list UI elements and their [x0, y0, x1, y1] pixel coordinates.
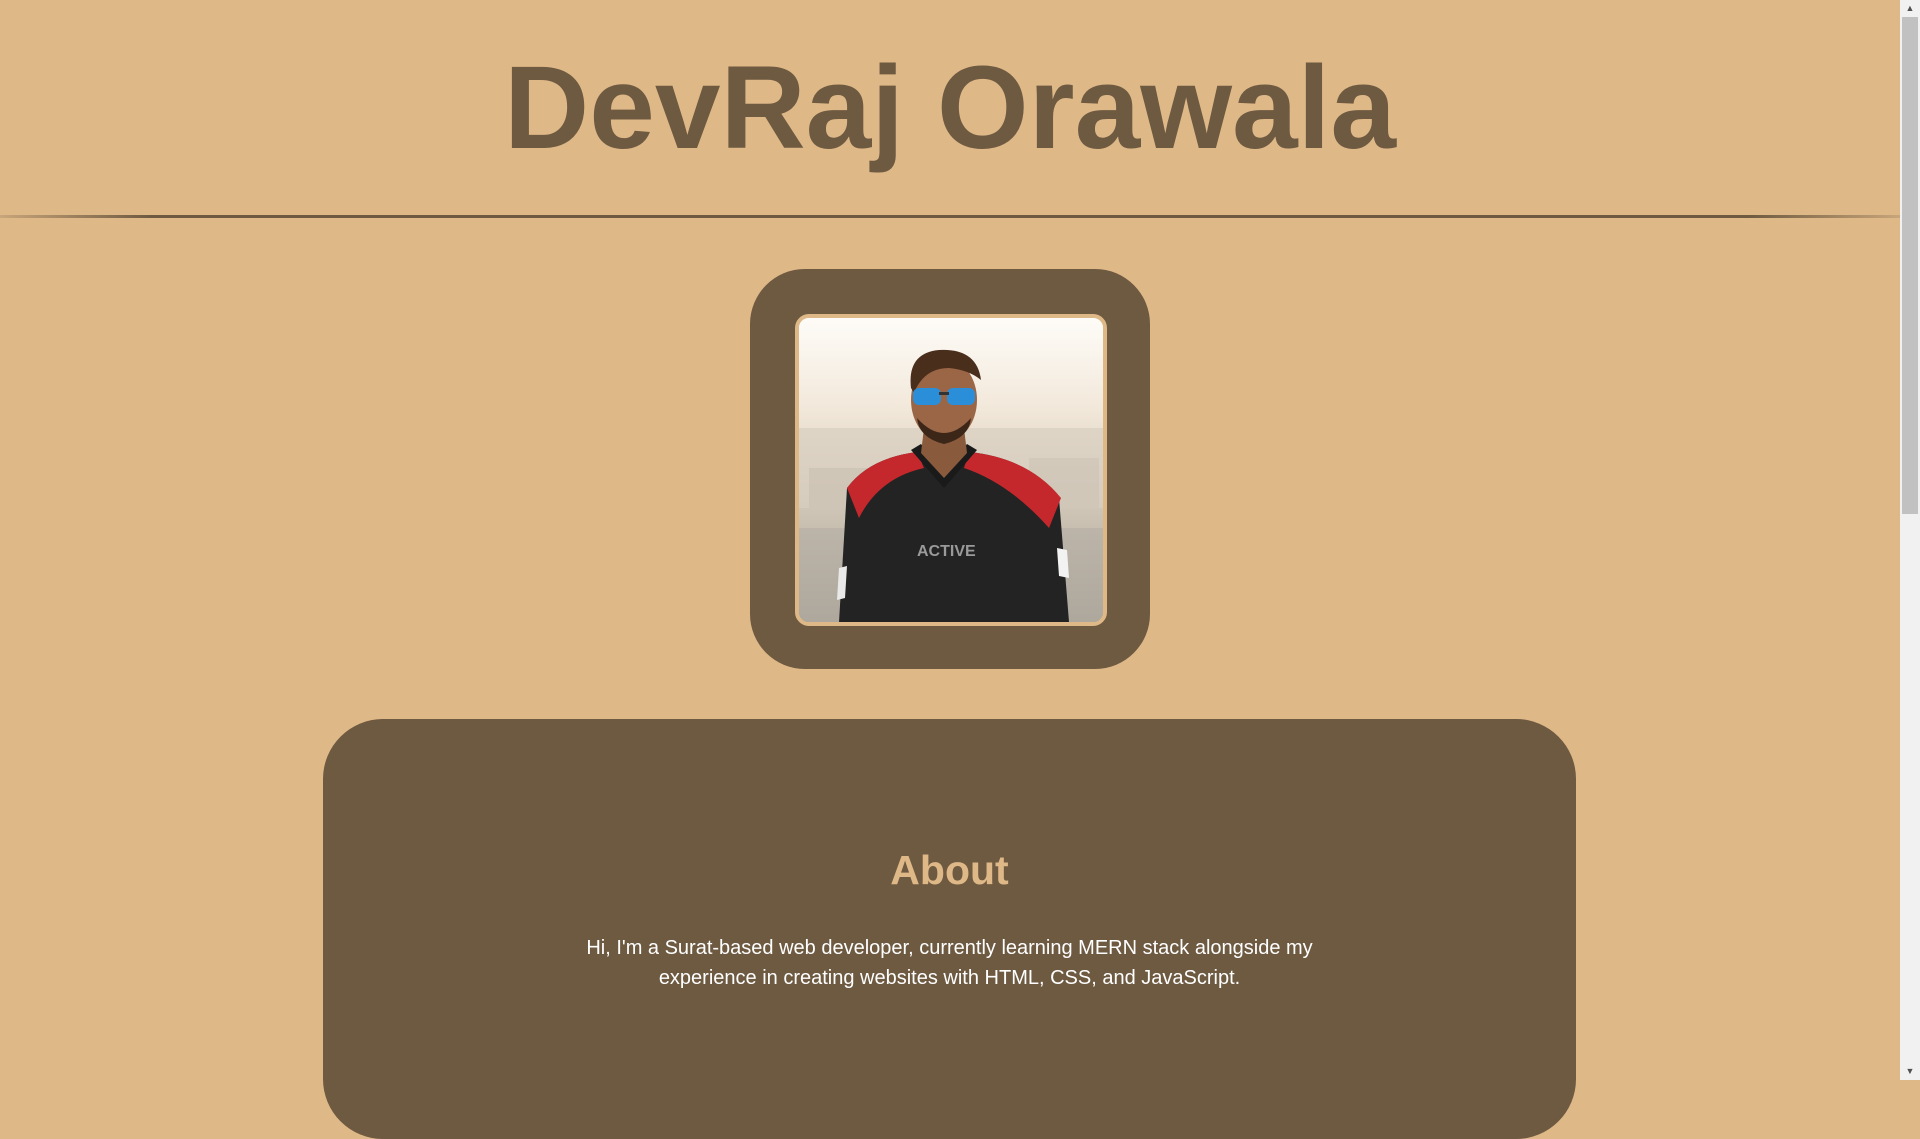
page-title: DevRaj Orawala [503, 42, 1397, 174]
scrollbar-thumb[interactable] [1902, 17, 1918, 514]
profile-photo-image: ACTIVE [799, 318, 1103, 622]
about-card: About Hi, I'm a Surat-based web develope… [323, 719, 1576, 1139]
about-text: Hi, I'm a Surat-based web developer, cur… [586, 937, 1313, 989]
profile-photo-frame: ACTIVE [750, 269, 1150, 669]
header-divider [0, 215, 1900, 218]
profile-photo: ACTIVE [795, 314, 1107, 626]
scroll-up-icon[interactable]: ▲ [1900, 0, 1920, 17]
scroll-down-icon[interactable]: ▼ [1900, 1063, 1920, 1080]
about-heading: About [890, 847, 1009, 893]
page: DevRaj Orawala ACTIVE About Hi, I'm a Su… [0, 0, 1900, 1139]
vertical-scrollbar[interactable]: ▲ ▼ [1900, 0, 1920, 1080]
svg-text:ACTIVE: ACTIVE [917, 543, 976, 560]
